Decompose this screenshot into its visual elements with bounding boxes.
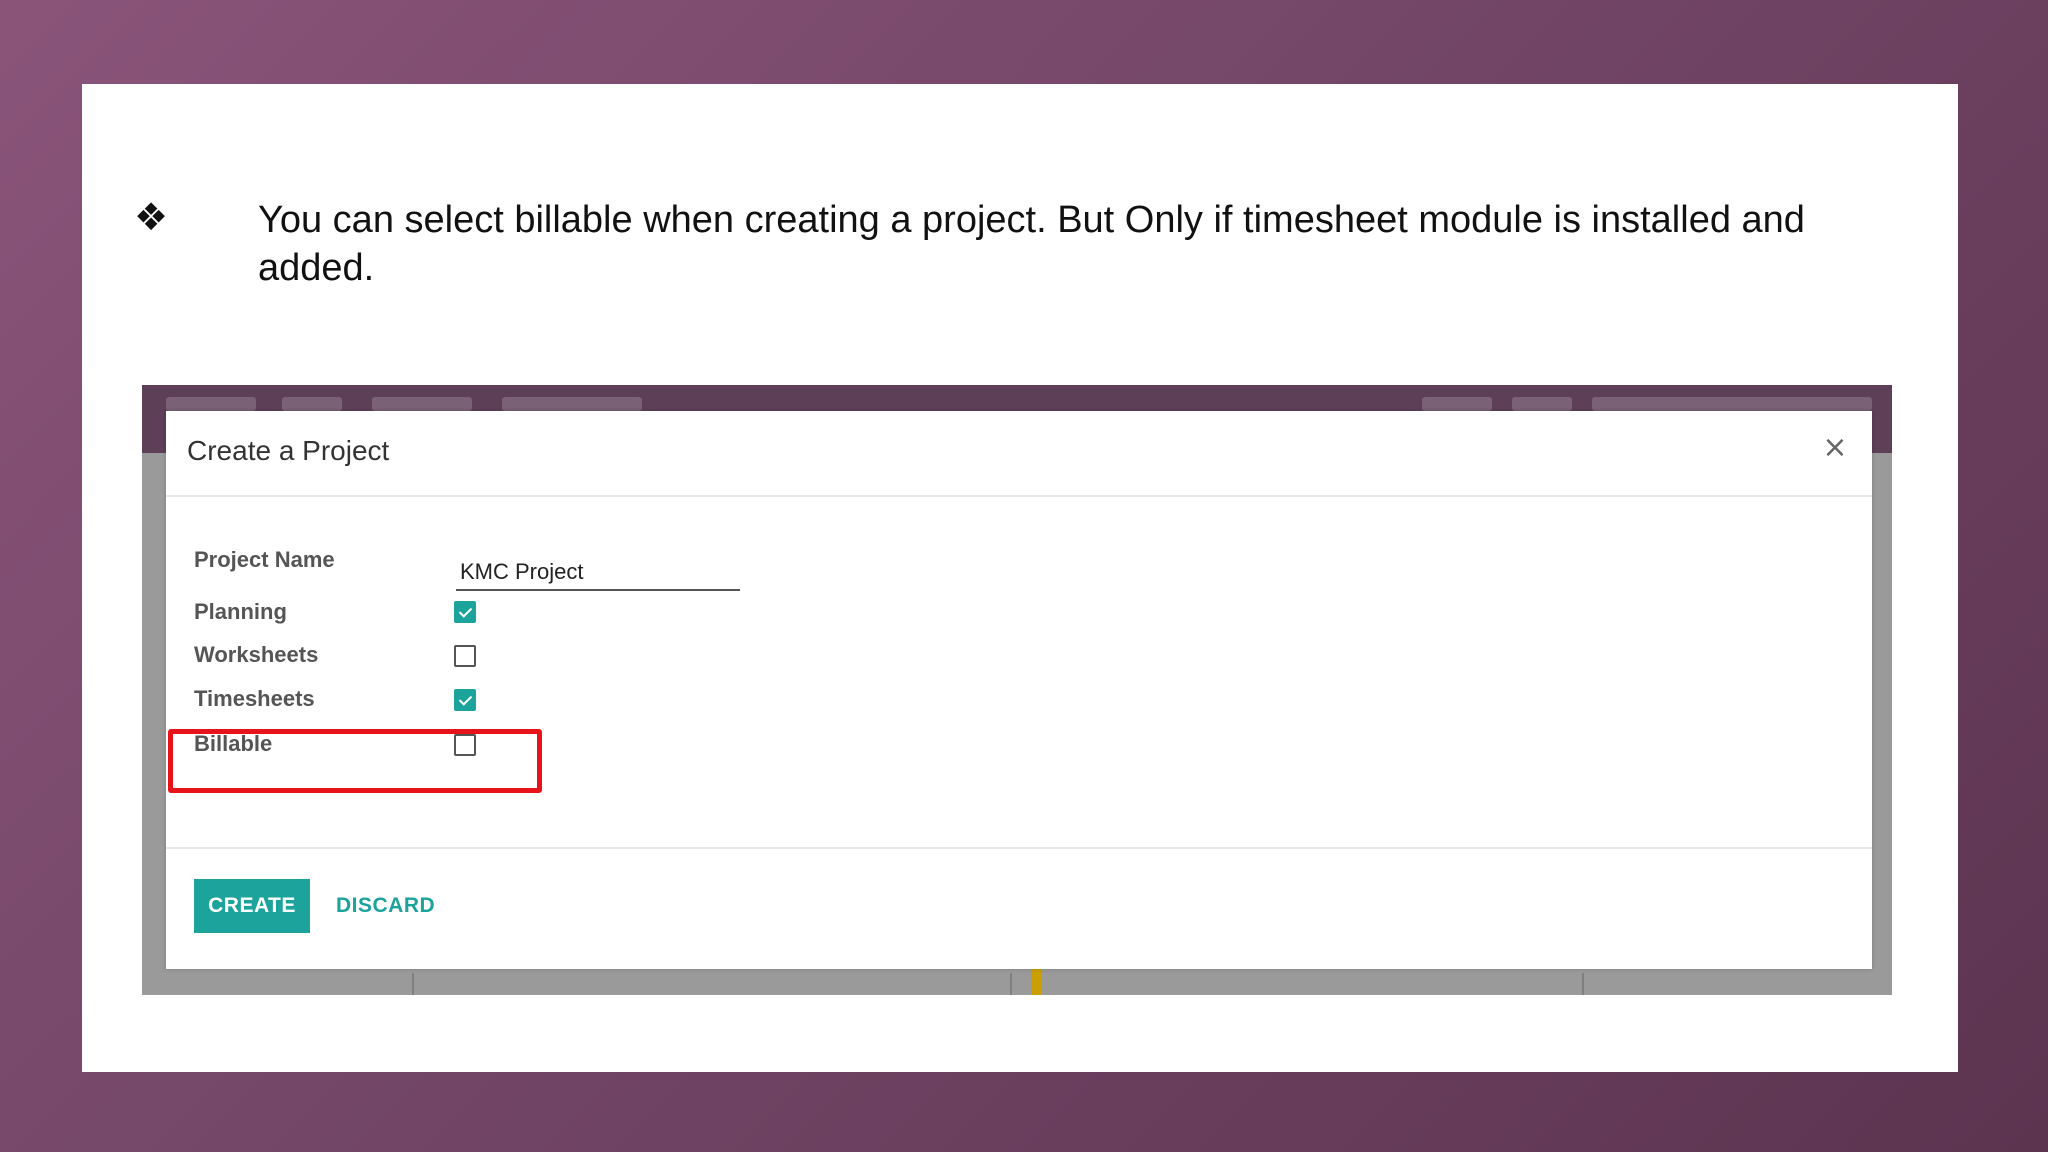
background-indicator — [1032, 965, 1042, 995]
bullet-text: You can select billable when creating a … — [258, 199, 1805, 289]
create-project-dialog: Create a Project × Project Name Planning… — [166, 411, 1872, 969]
slide: ❖ You can select billable when creating … — [82, 84, 1958, 1072]
close-icon[interactable]: × — [1818, 431, 1852, 465]
divider — [412, 973, 414, 995]
embedded-screenshot: Create a Project × Project Name Planning… — [142, 385, 1892, 995]
topbar-menu-placeholder — [282, 397, 342, 411]
topbar-menu-placeholder — [372, 397, 472, 411]
billable-highlight-box — [168, 729, 542, 793]
timesheets-checkbox[interactable] — [454, 689, 476, 711]
planning-label: Planning — [194, 599, 287, 624]
topbar-icon-placeholder — [1422, 397, 1492, 411]
dialog-header: Create a Project × — [166, 411, 1872, 497]
worksheets-label: Worksheets — [194, 642, 319, 667]
create-button[interactable]: CREATE — [194, 879, 310, 933]
project-name-input[interactable] — [456, 555, 740, 591]
project-name-label: Project Name — [194, 547, 335, 572]
divider — [1010, 973, 1012, 995]
topbar-menu-placeholder — [166, 397, 256, 411]
dialog-title: Create a Project — [187, 435, 390, 466]
discard-button[interactable]: DISCARD — [332, 879, 439, 933]
topbar-icon-placeholder — [1512, 397, 1572, 411]
topbar-company-placeholder — [1592, 397, 1872, 411]
worksheets-checkbox[interactable] — [454, 645, 476, 667]
divider — [1582, 973, 1584, 995]
timesheets-label: Timesheets — [194, 686, 315, 711]
bullet-diamond-icon: ❖ — [134, 195, 169, 239]
planning-checkbox[interactable] — [454, 601, 476, 623]
topbar-menu-placeholder — [502, 397, 642, 411]
footer-divider — [166, 847, 1872, 849]
